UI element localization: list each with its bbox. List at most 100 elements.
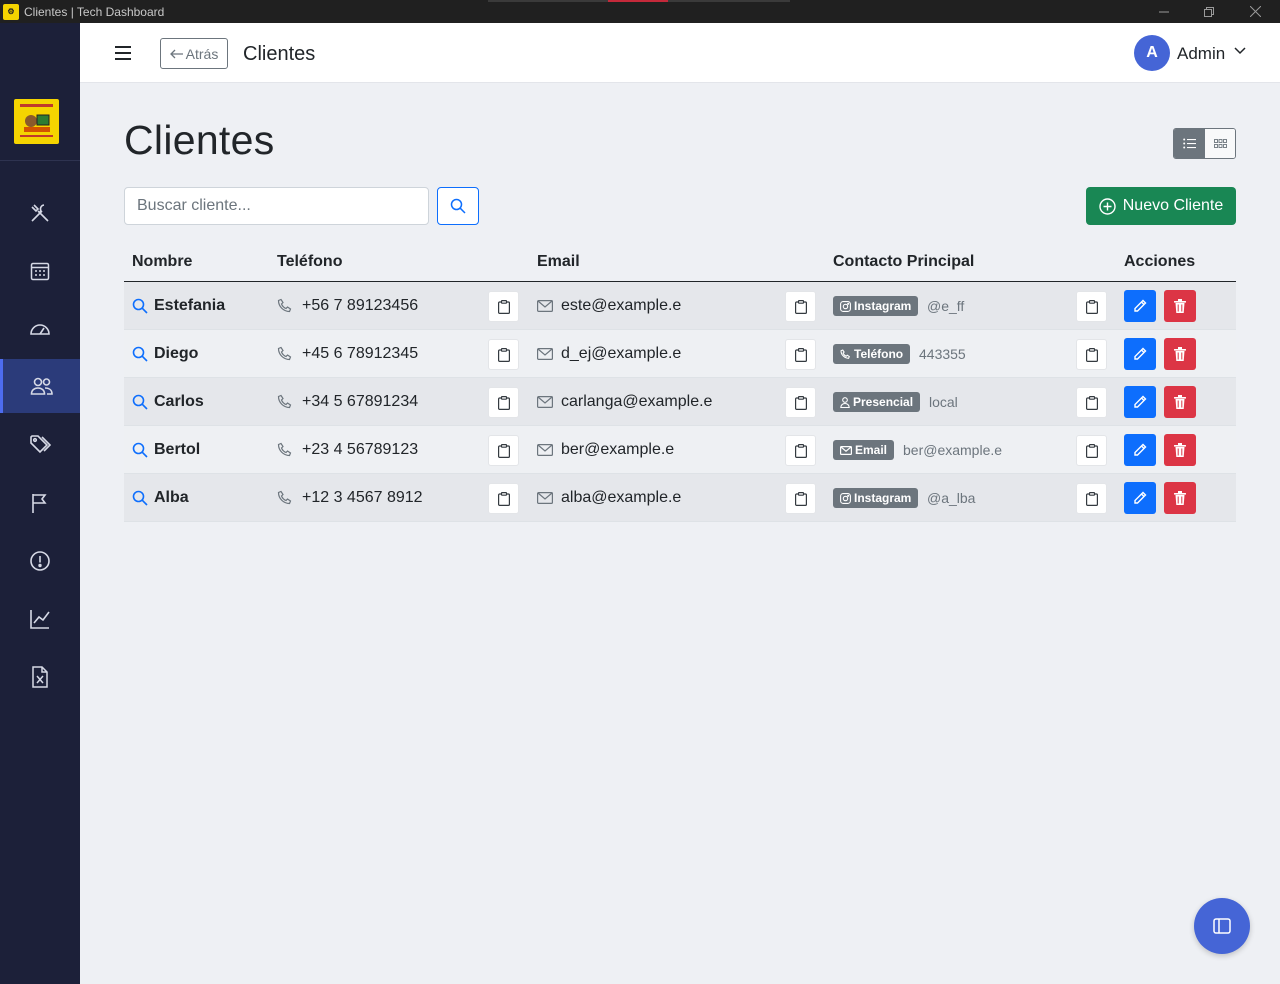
trash-icon xyxy=(1174,395,1186,409)
clipboard-icon xyxy=(794,347,807,362)
edit-client-button[interactable] xyxy=(1124,434,1156,466)
client-phone: +45 6 78912345 xyxy=(277,330,418,378)
sidebar-item-reports[interactable] xyxy=(0,592,80,646)
tools-icon xyxy=(31,204,49,222)
column-header-phone: Teléfono xyxy=(277,253,343,270)
sidebar-item-alerts[interactable] xyxy=(0,534,80,588)
phone-icon xyxy=(840,348,851,360)
view-toggle xyxy=(1173,128,1236,159)
table-row: Diego +45 6 78912345 d_ej@example.e Teléfon… xyxy=(124,330,1236,378)
contact-type-badge: Instagram xyxy=(833,488,919,508)
clipboard-icon xyxy=(497,347,510,362)
client-name-link[interactable]: Alba xyxy=(132,474,189,522)
copy-email-button[interactable] xyxy=(785,387,816,418)
sidebar-panel-icon xyxy=(1213,918,1231,934)
client-name-link[interactable]: Diego xyxy=(132,330,198,378)
copy-contact-button[interactable] xyxy=(1076,483,1107,514)
header-title: Clientes xyxy=(243,43,316,65)
copy-contact-button[interactable] xyxy=(1076,435,1107,466)
copy-phone-button[interactable] xyxy=(488,339,519,370)
close-icon[interactable] xyxy=(1232,0,1278,23)
envelope-icon xyxy=(537,300,553,312)
back-button[interactable]: Atrás xyxy=(160,38,228,69)
edit-client-button[interactable] xyxy=(1124,338,1156,370)
trash-icon xyxy=(1174,299,1186,313)
copy-phone-button[interactable] xyxy=(488,483,519,514)
restore-icon[interactable] xyxy=(1186,0,1232,23)
new-client-label: Nuevo Cliente xyxy=(1122,197,1224,214)
sidebar-item-tools[interactable] xyxy=(0,186,80,240)
sidebar-item-flags[interactable] xyxy=(0,476,80,530)
client-name-link[interactable]: Estefania xyxy=(132,282,225,330)
client-name-link[interactable]: Bertol xyxy=(132,426,200,474)
sidebar-item-excel[interactable] xyxy=(0,650,80,704)
phone-value: +23 4 56789123 xyxy=(302,441,419,458)
contact-type-label: Email xyxy=(855,443,888,457)
search-icon xyxy=(132,490,148,506)
search-icon xyxy=(132,442,148,458)
pencil-icon xyxy=(1133,347,1147,361)
search-button[interactable] xyxy=(437,187,479,225)
user-name[interactable]: Admin xyxy=(1177,44,1225,64)
sidebar-item-tags[interactable] xyxy=(0,418,80,472)
client-name-link[interactable]: Carlos xyxy=(132,378,204,426)
envelope-icon xyxy=(537,348,553,360)
edit-client-button[interactable] xyxy=(1124,482,1156,514)
copy-phone-button[interactable] xyxy=(488,291,519,322)
edit-client-button[interactable] xyxy=(1124,386,1156,418)
copy-contact-button[interactable] xyxy=(1076,291,1107,322)
sidebar-item-calendar[interactable] xyxy=(0,244,80,298)
copy-phone-button[interactable] xyxy=(488,387,519,418)
delete-client-button[interactable] xyxy=(1164,434,1196,466)
pencil-icon xyxy=(1133,299,1147,313)
client-phone: +34 5 67891234 xyxy=(277,378,418,426)
tags-icon xyxy=(30,435,51,454)
table-row: Estefania +56 7 89123456 este@example.e Ins… xyxy=(124,282,1236,330)
copy-email-button[interactable] xyxy=(785,291,816,322)
pencil-icon xyxy=(1133,443,1147,457)
phone-icon xyxy=(277,298,293,314)
list-view-button[interactable] xyxy=(1174,129,1205,158)
sidebar-item-clients[interactable] xyxy=(0,359,80,413)
delete-client-button[interactable] xyxy=(1164,482,1196,514)
copy-contact-button[interactable] xyxy=(1076,339,1107,370)
client-name: Diego xyxy=(154,345,199,362)
table-header: Nombre Teléfono Email Contacto Principal… xyxy=(124,248,1236,282)
copy-email-button[interactable] xyxy=(785,435,816,466)
client-email: carlanga@example.e xyxy=(537,378,712,426)
client-phone: +56 7 89123456 xyxy=(277,282,418,330)
hamburger-menu-icon[interactable] xyxy=(114,44,132,62)
clipboard-icon xyxy=(497,491,510,506)
app-icon: ⚙ xyxy=(3,3,19,20)
column-header-contact: Contacto Principal xyxy=(833,253,975,270)
copy-contact-button[interactable] xyxy=(1076,387,1107,418)
sidebar-toggle-button[interactable] xyxy=(1194,898,1250,954)
delete-client-button[interactable] xyxy=(1164,338,1196,370)
edit-client-button[interactable] xyxy=(1124,290,1156,322)
chevron-down-icon[interactable] xyxy=(1234,47,1246,55)
clipboard-icon xyxy=(1085,299,1098,314)
copy-email-button[interactable] xyxy=(785,483,816,514)
clipboard-icon xyxy=(1085,443,1098,458)
email-value: este@example.e xyxy=(561,297,682,314)
contact-value: @e_ff xyxy=(927,298,965,314)
grid-view-button[interactable] xyxy=(1204,129,1235,158)
page-title: Clientes xyxy=(124,117,275,163)
sidebar-item-dashboard[interactable] xyxy=(0,302,80,356)
delete-client-button[interactable] xyxy=(1164,290,1196,322)
copy-email-button[interactable] xyxy=(785,339,816,370)
copy-phone-button[interactable] xyxy=(488,435,519,466)
clipboard-icon xyxy=(497,443,510,458)
speedometer-icon xyxy=(30,324,50,335)
sidebar-divider xyxy=(0,160,80,161)
client-email: d_ej@example.e xyxy=(537,330,681,378)
clipboard-icon xyxy=(497,395,510,410)
column-header-actions: Acciones xyxy=(1124,253,1196,270)
delete-client-button[interactable] xyxy=(1164,386,1196,418)
minimize-icon[interactable] xyxy=(1141,0,1187,23)
search-input[interactable] xyxy=(124,187,429,225)
back-label: Atrás xyxy=(185,45,219,62)
pencil-icon xyxy=(1133,395,1147,409)
new-client-button[interactable]: Nuevo Cliente xyxy=(1086,187,1236,225)
avatar[interactable]: A xyxy=(1134,35,1170,71)
